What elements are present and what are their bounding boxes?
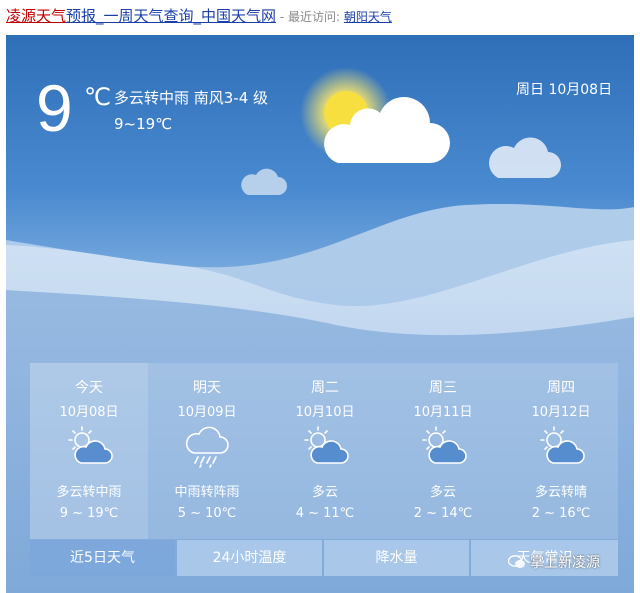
day-date: 10月09日: [177, 405, 237, 420]
city-weather-link[interactable]: 凌源天气: [6, 7, 66, 25]
small-cloud-left: [241, 168, 287, 195]
day-date: 10月10日: [295, 405, 355, 420]
partly-cloudy-icon: [422, 426, 467, 464]
forecast-day-4[interactable]: 周四 10月12日 多云转晴 2 ~ 16℃: [502, 363, 620, 539]
tab-precipitation[interactable]: 降水量: [324, 540, 469, 576]
small-cloud-right: [489, 137, 561, 178]
rain-icon: [185, 426, 229, 468]
current-date: 周日 10月08日: [516, 82, 613, 98]
wechat-watermark: 掌上新凌源: [508, 552, 600, 572]
day-date: 10月08日: [59, 405, 119, 420]
day-temperature-range: 5 ~ 10℃: [177, 506, 237, 521]
current-temperature: 9: [36, 71, 73, 145]
recent-visit-label: - 最近访问:: [276, 10, 344, 24]
day-temperature-range: 9 ~ 19℃: [59, 506, 119, 521]
day-name: 今天: [75, 380, 103, 396]
day-name: 周三: [429, 380, 457, 396]
recent-city-link[interactable]: 朝阳天气: [344, 10, 392, 24]
day-condition: 多云: [429, 485, 456, 500]
day-condition: 中雨转阵雨: [174, 485, 240, 500]
watermark-text: 掌上新凌源: [530, 555, 600, 571]
page-title-link[interactable]: 预报_一周天气查询_中国天气网: [66, 7, 276, 25]
tab-24-hour-temperature[interactable]: 24小时温度: [177, 540, 322, 576]
forecast-day-3[interactable]: 周三 10月11日 多云 2 ~ 14℃: [384, 363, 502, 539]
partly-cloudy-icon: [304, 426, 349, 464]
day-name: 周四: [547, 380, 575, 396]
partly-cloudy-icon: [540, 426, 585, 464]
day-name: 周二: [311, 380, 339, 396]
current-temperature-range: 9~19℃: [114, 115, 173, 133]
five-day-forecast: 今天 10月08日 多云转中雨 9 ~ 19℃ 明天 10月09日 中雨转阵雨 …: [30, 363, 618, 539]
partly-cloudy-icon: [68, 426, 113, 464]
temperature-unit: ℃: [84, 83, 111, 111]
day-name: 明天: [193, 380, 221, 396]
weather-panel: 9 ℃ 多云转中雨 南风3-4 级 9~19℃ 周日 10月08日 今天 10月…: [6, 35, 634, 593]
page-title-bar: 凌源天气预报_一周天气查询_中国天气网 - 最近访问: 朝阳天气: [6, 5, 392, 27]
day-temperature-range: 2 ~ 14℃: [413, 506, 473, 521]
forecast-day-2[interactable]: 周二 10月10日 多云 4 ~ 11℃: [266, 363, 384, 539]
day-condition: 多云: [311, 485, 338, 500]
day-temperature-range: 4 ~ 11℃: [295, 506, 355, 521]
day-date: 10月12日: [531, 405, 591, 420]
wechat-icon: [508, 555, 525, 568]
tab-five-day[interactable]: 近5日天气: [30, 540, 175, 576]
current-condition: 多云转中雨 南风3-4 级: [114, 89, 269, 107]
forecast-day-1[interactable]: 明天 10月09日 中雨转阵雨 5 ~ 10℃: [148, 363, 266, 539]
day-condition: 多云转中雨: [56, 485, 122, 500]
day-condition: 多云转晴: [534, 485, 587, 500]
day-temperature-range: 2 ~ 16℃: [531, 506, 591, 521]
day-date: 10月11日: [413, 405, 473, 420]
forecast-day-0[interactable]: 今天 10月08日 多云转中雨 9 ~ 19℃: [30, 363, 148, 539]
